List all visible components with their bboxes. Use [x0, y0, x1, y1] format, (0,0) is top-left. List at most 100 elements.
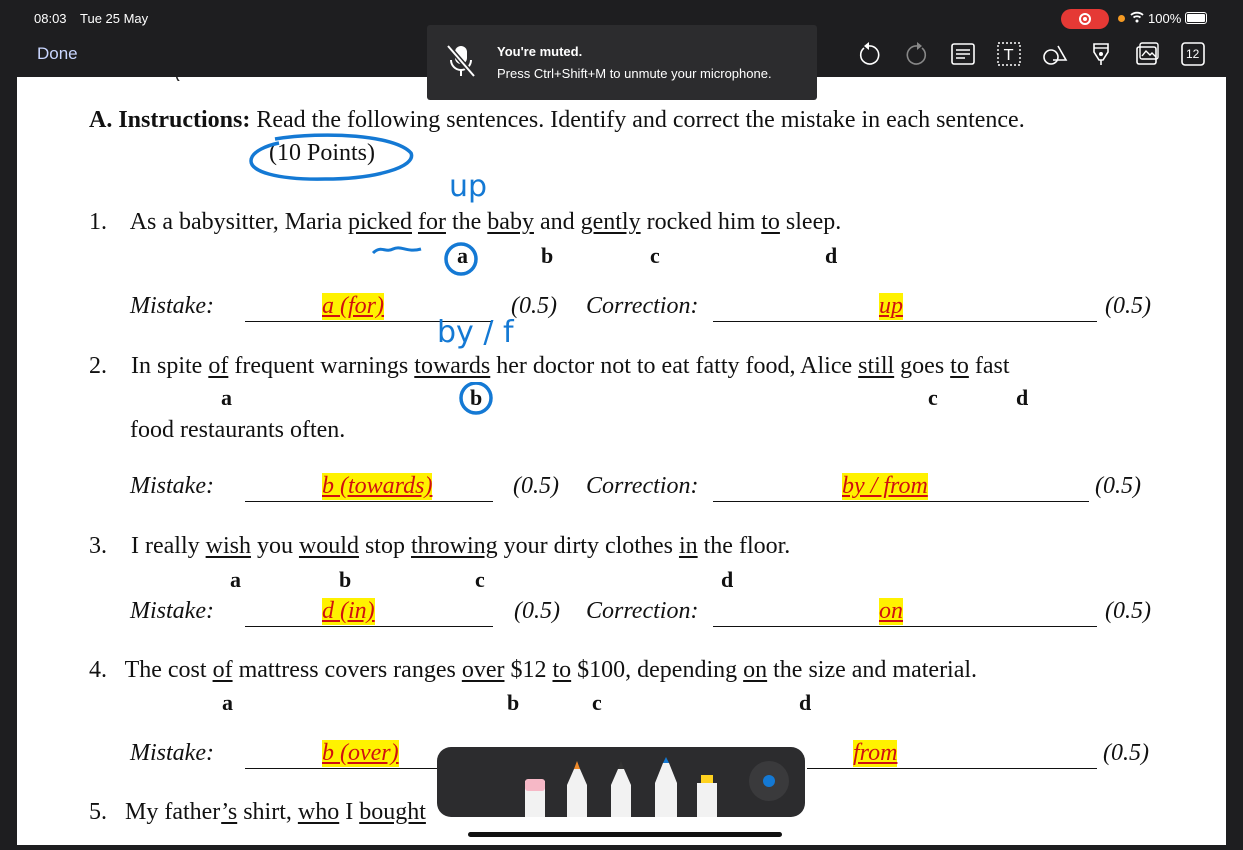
option-b-word: over — [461, 657, 505, 683]
option-a-word: wish — [205, 533, 251, 559]
option-b-word: baby — [487, 209, 534, 235]
correction-label: Correction: — [586, 293, 699, 319]
redo-icon[interactable] — [903, 40, 931, 68]
sentence-text: In spite — [131, 353, 209, 379]
option-b-word: towards — [414, 353, 491, 379]
eraser-tool-icon[interactable] — [523, 759, 547, 817]
image-icon[interactable] — [1133, 40, 1161, 68]
option-a-word: of — [208, 353, 229, 379]
text-recognition-icon[interactable] — [949, 40, 977, 68]
option-c-letter: c — [592, 690, 602, 715]
option-c-letter: c — [650, 243, 660, 268]
correction-answer[interactable]: on — [879, 598, 903, 625]
pdf-page[interactable]: A. Instructions: Read the following sent… — [17, 77, 1226, 845]
sentence-text: you — [250, 533, 299, 559]
done-button[interactable]: Done — [37, 44, 78, 64]
page-count-icon[interactable]: 12 — [1179, 40, 1207, 68]
record-icon — [1079, 13, 1091, 25]
correction-answer[interactable]: by / from — [842, 473, 928, 500]
sentence-text: shirt, — [237, 799, 298, 825]
sentence-text: rocked him — [640, 209, 762, 235]
mistake-answer[interactable]: a (for) — [322, 293, 384, 320]
option-b-letter: b — [339, 567, 352, 592]
ink-circle-answer — [444, 242, 478, 276]
answer-line — [245, 626, 493, 627]
sentence-text: the — [445, 209, 488, 235]
pen-tool-tray — [437, 747, 805, 817]
fountain-pen-tool-icon[interactable] — [653, 757, 679, 817]
answer-line — [713, 501, 1089, 502]
sentence-text: frequent warnings — [228, 353, 415, 379]
sentence-text: sleep. — [779, 209, 842, 235]
score-label: (0.5) — [1095, 473, 1141, 499]
wifi-icon — [1130, 11, 1144, 26]
toast-message: Press Ctrl+Shift+M to unmute your microp… — [497, 66, 772, 81]
battery-percentage: 100% — [1148, 11, 1182, 26]
highlighter-pen-icon[interactable] — [1087, 40, 1115, 68]
option-c-letter: c — [475, 567, 485, 592]
option-d-word: in — [678, 533, 698, 559]
svg-text:T: T — [1003, 46, 1014, 64]
mistake-label: Mistake: — [130, 598, 214, 624]
option-b-word: who — [297, 799, 340, 825]
question-number: 4. — [89, 657, 107, 683]
option-a-letter: a — [222, 690, 233, 715]
option-c-letter: c — [928, 385, 938, 410]
ink-note-by-from: by / f — [437, 315, 514, 350]
status-time: 08:03 — [34, 11, 67, 26]
shapes-icon[interactable] — [1041, 40, 1069, 68]
word-picked: picked — [348, 209, 412, 235]
question-4: 4. The cost of mattress covers ranges ov… — [89, 657, 977, 684]
pen-tool-icon[interactable] — [565, 761, 589, 817]
mistake-answer[interactable]: b (over) — [322, 740, 399, 767]
color-picker-button[interactable] — [749, 761, 789, 801]
option-b-letter: b — [541, 243, 554, 268]
sentence-text: fast — [968, 353, 1010, 379]
option-c-word: throwing — [410, 533, 498, 559]
ink-circle-points — [249, 133, 414, 181]
correction-answer[interactable]: from — [853, 740, 898, 767]
text-box-icon[interactable]: T — [995, 40, 1023, 68]
option-d-word: to — [950, 353, 969, 379]
sentence-text: and — [533, 209, 581, 235]
sentence-text: the size and material. — [767, 657, 978, 683]
sentence-text: stop — [358, 533, 411, 559]
selected-color-swatch — [763, 775, 775, 787]
score-label: (0.5) — [511, 293, 557, 319]
ink-note-up: up — [449, 169, 488, 204]
correction-answer[interactable]: up — [879, 293, 903, 320]
home-indicator[interactable] — [468, 832, 782, 837]
mistake-answer[interactable]: d (in) — [322, 598, 375, 625]
marker-tool-icon[interactable] — [609, 761, 633, 817]
option-a-word: for — [417, 209, 446, 235]
answer-line — [807, 768, 1097, 769]
option-c-word: still — [858, 353, 895, 379]
ink-squiggle — [371, 246, 422, 255]
option-d-letter: d — [1016, 385, 1029, 410]
mistake-label: Mistake: — [130, 473, 214, 499]
question-2-continued: food restaurants often. — [130, 417, 346, 443]
option-b-letter: b — [507, 690, 520, 715]
option-d-letter: d — [825, 243, 838, 268]
muted-notification[interactable]: You're muted. Press Ctrl+Shift+M to unmu… — [427, 25, 817, 100]
sentence-text: $100, depending — [571, 657, 744, 683]
correction-label: Correction: — [586, 473, 699, 499]
highlighter-tool-icon[interactable] — [695, 773, 719, 817]
undo-icon[interactable] — [855, 40, 883, 68]
instructions: A. Instructions: Read the following sent… — [89, 107, 1025, 134]
option-d-letter: d — [721, 567, 734, 592]
question-number: 2. — [89, 353, 107, 379]
answer-line — [713, 321, 1097, 322]
toast-title: You're muted. — [497, 44, 583, 59]
question-3: 3. I really wish you would stop throwing… — [89, 533, 790, 560]
status-date: Tue 25 May — [80, 11, 149, 26]
option-c-word: to — [552, 657, 572, 683]
question-5: 5. My father’s shirt, who I bought — [89, 799, 426, 826]
sentence-text: her doctor not to eat fatty food, Alice — [490, 353, 859, 379]
option-d-word: on — [743, 657, 768, 683]
score-label: (0.5) — [513, 473, 559, 499]
mistake-answer[interactable]: b (towards) — [322, 473, 433, 500]
screen-recording-indicator[interactable] — [1061, 9, 1109, 29]
page-count-label: 12 — [1186, 47, 1200, 61]
option-a-letter: a — [230, 567, 241, 592]
